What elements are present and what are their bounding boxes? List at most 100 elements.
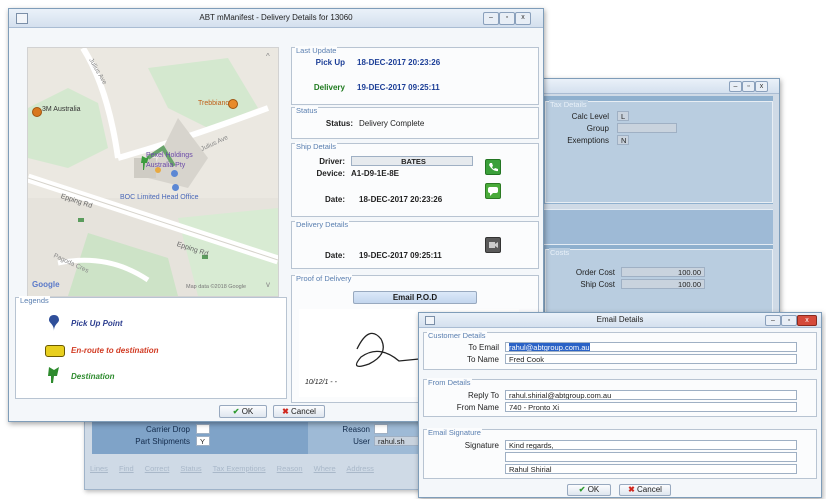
x-icon: ✖ <box>628 485 635 494</box>
user-label: User <box>353 437 370 446</box>
map-label-google: Google <box>32 280 60 289</box>
reply-to-label: Reply To <box>468 391 499 400</box>
to-email-value: rahul@abtgroup.com.au <box>509 343 590 352</box>
to-name-label: To Name <box>466 355 499 364</box>
map-label-3m: 3M Australia <box>42 106 81 113</box>
enroute-truck-icon <box>45 345 65 357</box>
maximize-button[interactable]: ▫ <box>781 315 797 326</box>
menu-status[interactable]: Status <box>180 464 201 473</box>
minimize-button[interactable]: – <box>483 12 499 25</box>
pickup-point-icon <box>49 315 59 331</box>
map-label-map-data: Map data ©2018 Google <box>186 284 247 290</box>
ship-cost-label: Ship Cost <box>580 280 615 289</box>
email-cancel-label: Cancel <box>637 485 662 494</box>
x-icon: ✖ <box>282 407 289 416</box>
orange-poi-icon <box>32 107 42 117</box>
reply-to-field[interactable]: rahul.shirial@abtgroup.com.au <box>505 390 797 400</box>
reason-label: Reason <box>342 425 370 434</box>
from-name-field[interactable]: 740 - Pronto Xi <box>505 402 797 412</box>
ship-details-title: Ship Details <box>295 142 338 151</box>
status-label: Status: <box>325 119 353 128</box>
email-cancel-button[interactable]: ✖ Cancel <box>619 484 671 496</box>
menu-find[interactable]: Find <box>119 464 134 473</box>
reason-field[interactable] <box>374 424 388 434</box>
exemptions-field[interactable]: N <box>617 135 629 145</box>
destination-flag-icon <box>47 367 59 383</box>
to-name-field[interactable]: Fred Cook <box>505 354 797 364</box>
menu-reason[interactable]: Reason <box>277 464 303 473</box>
divider-band <box>543 209 773 245</box>
menu-address[interactable]: Address <box>346 464 374 473</box>
maximize-button[interactable]: ▫ <box>499 12 515 25</box>
menu-lines[interactable]: Lines <box>90 464 108 473</box>
map-label-trebbiano: Trebbiano <box>198 100 230 107</box>
orange-poi-icon-2 <box>228 99 238 109</box>
call-driver-button[interactable] <box>485 159 501 175</box>
close-button[interactable]: x <box>515 12 531 25</box>
minimize-button[interactable]: – <box>729 81 742 92</box>
email-signature-title: Email Signature <box>427 428 482 437</box>
email-window-titlebar: Email Details <box>419 313 821 328</box>
email-ok-button[interactable]: ✔ OK <box>567 484 611 496</box>
email-window-title: Email Details <box>596 315 644 324</box>
ok-button[interactable]: ✔ OK <box>219 405 267 418</box>
pickup-value: 18-DEC-2017 20:23:26 <box>357 58 441 67</box>
delivery-date-label: Date: <box>324 251 345 260</box>
pickup-label: Pick Up <box>315 58 345 67</box>
map-scroll-down-icon[interactable]: v <box>266 280 270 289</box>
maximize-button[interactable]: ▫ <box>742 81 755 92</box>
close-button[interactable]: x <box>755 81 768 92</box>
costs-title: Costs <box>549 248 571 257</box>
user-field[interactable]: rahul.sh <box>374 436 420 446</box>
menu-correct[interactable]: Correct <box>145 464 170 473</box>
signature-line-2[interactable] <box>505 452 797 462</box>
background-menu: Lines Find Correct Status Tax Exemptions… <box>90 464 424 478</box>
signature-line-3[interactable]: Rahul Shirial <box>505 464 797 474</box>
legend-destination-label: Destination <box>71 372 115 381</box>
map-scroll-up-icon[interactable]: ^ <box>266 52 270 61</box>
email-app-icon <box>425 316 435 325</box>
device-value: A1-D9-1E-8E <box>351 169 400 178</box>
proof-of-delivery-title: Proof of Delivery <box>295 274 353 283</box>
map-label-boc: BOC Limited Head Office <box>120 194 199 201</box>
signature-line-1[interactable]: Kind regards, <box>505 440 797 450</box>
cancel-label: Cancel <box>291 407 316 416</box>
email-pod-button[interactable]: Email P.O.D <box>353 291 477 304</box>
signature-label: Signature <box>464 441 499 450</box>
to-email-label: To Email <box>468 343 499 352</box>
status-title: Status <box>295 106 319 115</box>
exemptions-label: Exemptions <box>567 136 609 145</box>
ship-cost-field[interactable]: 100.00 <box>621 279 705 289</box>
from-name-label: From Name <box>456 403 499 412</box>
group-label: Group <box>586 124 609 133</box>
order-cost-field[interactable]: 100.00 <box>621 267 705 277</box>
last-update-group: Last Update <box>291 46 539 105</box>
from-details-title: From Details <box>427 378 472 387</box>
camera-icon <box>489 242 498 248</box>
map-panel[interactable]: ^ v 3M Australia Trebbiano Julius Ave Ju… <box>27 47 279 297</box>
blue-poi-icon-2 <box>172 184 179 191</box>
delivery-camera-button[interactable] <box>485 237 501 253</box>
email-ok-label: OK <box>587 485 600 494</box>
group-field[interactable] <box>617 123 677 133</box>
ship-date-value: 18-DEC-2017 20:23:26 <box>359 195 443 204</box>
driver-field: BATES <box>351 156 473 166</box>
phone-icon <box>489 163 498 172</box>
carrier-drop-field[interactable] <box>196 424 210 434</box>
delivery-date-value: 19-DEC-2017 09:25:11 <box>359 251 442 260</box>
menu-where[interactable]: Where <box>314 464 336 473</box>
minimize-button[interactable]: – <box>765 315 781 326</box>
close-button[interactable]: x <box>797 315 817 326</box>
part-shipments-label: Part Shipments <box>135 437 190 446</box>
cancel-button[interactable]: ✖ Cancel <box>273 405 325 418</box>
delivery-details-group: Delivery Details <box>291 220 539 269</box>
delivery-window-titlebar: ABT mManifest - Delivery Details for 130… <box>9 9 543 28</box>
menu-tax-exemptions[interactable]: Tax Exemptions <box>213 464 266 473</box>
carrier-drop-label: Carrier Drop <box>145 425 190 434</box>
calc-level-field[interactable]: L <box>617 111 629 121</box>
to-email-field[interactable]: rahul@abtgroup.com.au <box>505 342 797 352</box>
ship-details-group: Ship Details <box>291 142 539 217</box>
message-driver-button[interactable] <box>485 183 501 199</box>
part-shipments-field[interactable]: Y <box>196 436 210 446</box>
ship-date-label: Date: <box>324 195 345 204</box>
